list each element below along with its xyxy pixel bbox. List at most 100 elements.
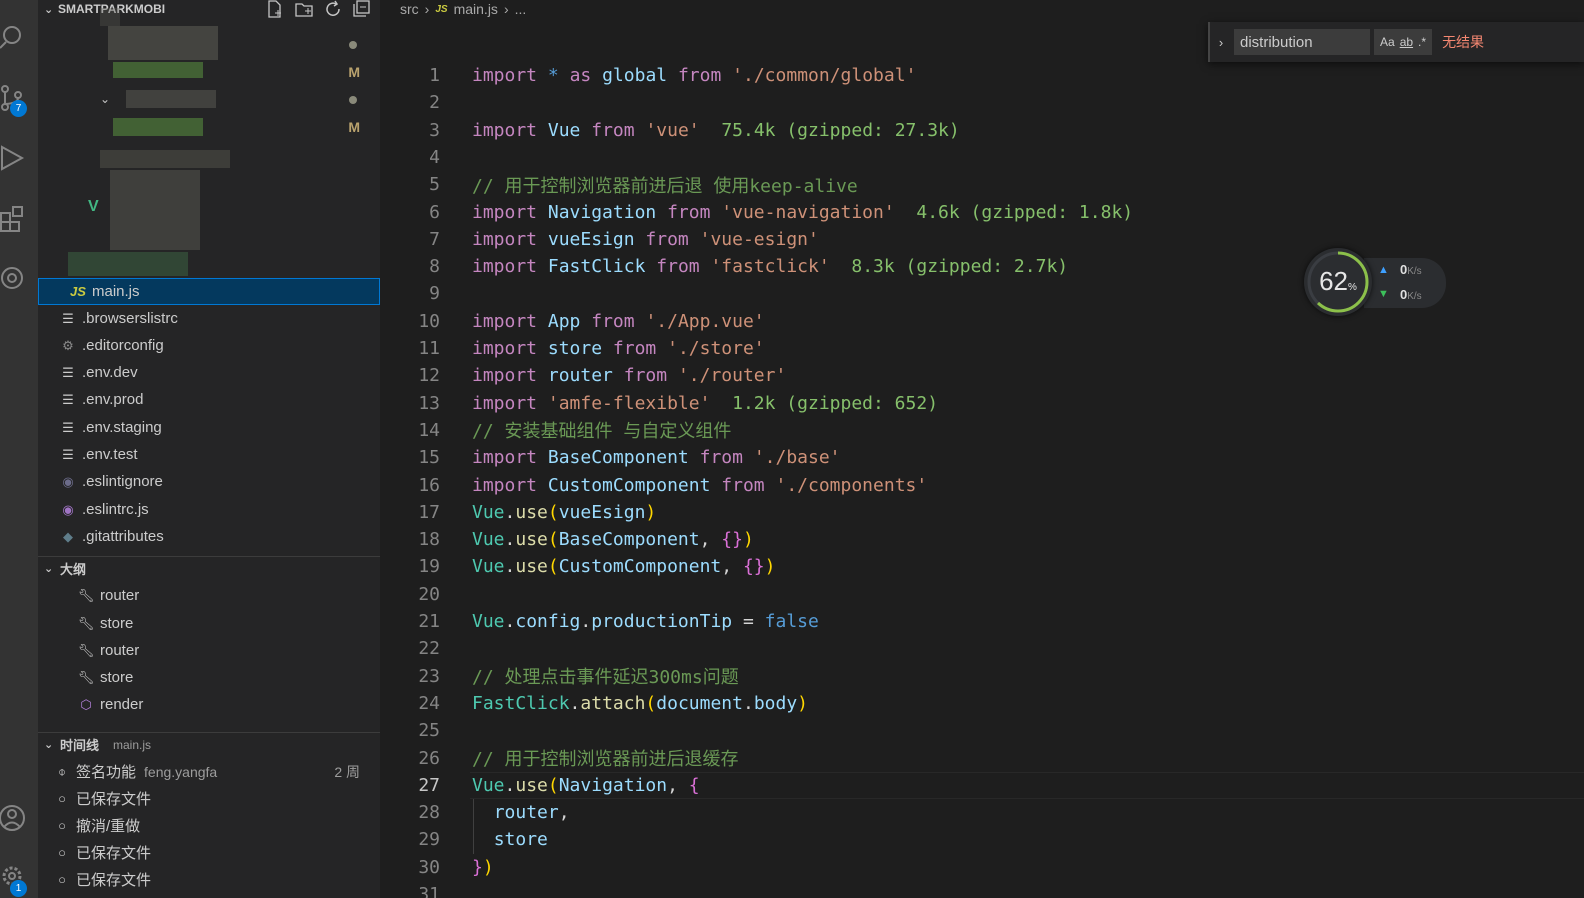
file-item[interactable]: ☰ .browserslistrc xyxy=(38,305,380,332)
code-line[interactable]: 6 import Navigation from 'vue-navigation'… xyxy=(380,199,1133,226)
timeline-item[interactable]: ○ 撤消/重做 xyxy=(38,812,380,839)
code-line[interactable]: 1 import * as global from './common/globa… xyxy=(380,62,916,89)
line-number: 6 xyxy=(429,201,440,223)
file-item[interactable]: ◉ .eslintrc.js xyxy=(38,496,380,523)
code-line[interactable]: 30}) xyxy=(380,854,493,881)
search-icon[interactable] xyxy=(0,18,38,58)
file-item-main-js[interactable]: JS main.js xyxy=(38,278,380,305)
code-text: Vue.config.productionTip = false xyxy=(472,611,819,632)
code-line[interactable]: 27 Vue.use(Navigation, { xyxy=(380,772,699,799)
file-item[interactable]: ⚙ .editorconfig xyxy=(38,332,380,359)
breadcrumb-item[interactable]: ... xyxy=(515,1,527,17)
chevron-down-icon[interactable]: ⌄ xyxy=(100,92,110,106)
code-line[interactable]: 4 xyxy=(380,144,440,171)
code-line[interactable]: 22 xyxy=(380,635,440,662)
file-item[interactable]: ☰ .env.test xyxy=(38,441,380,468)
timeline-item[interactable]: ○ 已保存文件 xyxy=(38,866,380,893)
code-line[interactable]: 16 import CustomComponent from './compone… xyxy=(380,472,927,499)
outline-item[interactable]: 🔧︎ router xyxy=(38,582,380,609)
code-line[interactable]: 18 Vue.use(BaseComponent, {}) xyxy=(380,526,754,553)
code-line[interactable]: 8 import FastClick from 'fastclick' 8.3k … xyxy=(380,253,1068,280)
line-number: 4 xyxy=(429,146,440,168)
outline-label: router xyxy=(100,642,140,659)
code-line[interactable]: 10 import App from './App.vue' xyxy=(380,308,764,335)
js-file-icon: JS xyxy=(70,284,86,299)
net-monitor-widget[interactable]: ▲ 0K/s ▼ 0K/s 62% xyxy=(1304,248,1450,316)
code-text: }) xyxy=(472,856,494,878)
code-line[interactable]: 12 import router from './router' xyxy=(380,362,786,389)
outline-item[interactable]: 🔧︎ store xyxy=(38,610,380,637)
breadcrumb-item[interactable]: main.js xyxy=(454,1,498,17)
editor[interactable]: src › JS main.js › ... 1 import * as glob… xyxy=(380,0,1584,898)
code-text: import FastClick from 'fastclick' 8.3k (… xyxy=(472,256,1069,278)
line-number: 27 xyxy=(418,774,440,796)
source-control-icon[interactable]: 7 xyxy=(0,78,38,118)
refresh-icon[interactable] xyxy=(323,0,343,18)
code-line[interactable]: 5 // 用于控制浏览器前进后退 使用keep-alive xyxy=(380,171,858,198)
file-item[interactable]: ◉ .eslintignore xyxy=(38,468,380,495)
js-file-icon: JS xyxy=(435,3,448,15)
timeline-item[interactable]: ⌽ 签名功能 feng.yangfa 2 周 xyxy=(38,758,380,785)
code-line[interactable]: 3 import Vue from 'vue' 75.4k (gzipped: 2… xyxy=(380,117,960,144)
code-text: import App from './App.vue' xyxy=(472,310,765,332)
circle-icon: ○ xyxy=(58,872,66,887)
timeline-item[interactable]: ○ 已保存文件 xyxy=(38,785,380,812)
eslint-icon: ◉ xyxy=(62,473,74,489)
extensions-icon[interactable] xyxy=(0,198,38,238)
code-line[interactable]: 14 // 安装基础组件 与自定义组件 xyxy=(380,417,731,444)
code-text: import store from './store' xyxy=(472,338,765,359)
file-item[interactable]: ☰ .env.dev xyxy=(38,359,380,386)
outline-item[interactable]: ⬡ render xyxy=(38,691,380,718)
code-line[interactable]: 23 // 处理点击事件延迟300ms问题 xyxy=(380,663,738,690)
code-line[interactable]: 11 import store from './store' xyxy=(380,335,764,362)
line-number: 10 xyxy=(418,310,440,332)
new-folder-icon[interactable] xyxy=(294,0,314,18)
timeline-item[interactable]: ○ 已保存文件 xyxy=(38,839,380,866)
outline-item[interactable]: 🔧︎ router xyxy=(38,637,380,664)
upload-unit: K/s xyxy=(1407,266,1422,277)
code-text: // 用于控制浏览器前进后退 使用keep-alive xyxy=(472,175,858,197)
file-item[interactable]: ☰ .env.staging xyxy=(38,414,380,441)
code-line[interactable]: 13 import 'amfe-flexible' 1.2k (gzipped: … xyxy=(380,390,938,417)
account-icon[interactable] xyxy=(0,798,38,838)
timeline-label: 已保存文件 xyxy=(76,791,152,808)
regex-icon[interactable]: .* xyxy=(1418,35,1426,49)
collapse-all-icon[interactable] xyxy=(352,0,372,18)
code-line[interactable]: 31 xyxy=(380,881,440,898)
outline-item[interactable]: 🔧︎ store xyxy=(38,664,380,691)
settings-gear-icon[interactable]: 1 xyxy=(0,856,38,897)
line-number: 16 xyxy=(418,474,440,496)
line-number: 28 xyxy=(418,802,440,824)
code-line[interactable]: 19 Vue.use(CustomComponent, {}) xyxy=(380,553,775,580)
match-case-icon[interactable]: Aa xyxy=(1380,35,1395,49)
new-file-icon[interactable] xyxy=(265,0,285,18)
code-line[interactable]: 26 // 用于控制浏览器前进后退缓存 xyxy=(380,745,738,772)
code-line[interactable]: 15 import BaseComponent from './base' xyxy=(380,444,840,471)
chevron-down-icon: ⌄ xyxy=(44,563,54,575)
openai-icon[interactable] xyxy=(0,258,38,298)
breadcrumb-item[interactable]: src xyxy=(400,1,419,17)
code-line[interactable]: 2 xyxy=(380,89,440,116)
timeline-header[interactable]: ⌄ 时间线 main.js xyxy=(38,732,380,756)
explorer-actions xyxy=(265,0,372,18)
code-line[interactable]: 7 import vueEsign from 'vue-esign' xyxy=(380,226,819,253)
outline-header[interactable]: ⌄ 大纲 xyxy=(38,556,380,580)
outline-title: 大纲 xyxy=(60,562,87,577)
code-line[interactable]: 21 Vue.config.productionTip = false xyxy=(380,608,819,635)
circle-icon: ○ xyxy=(58,845,66,860)
find-input[interactable]: distribution xyxy=(1234,29,1370,55)
code-line[interactable]: 28 router, xyxy=(380,799,569,826)
code-line[interactable]: 9 xyxy=(380,280,440,307)
chevron-right-icon[interactable]: › xyxy=(1210,35,1232,50)
whole-word-icon[interactable]: ab xyxy=(1400,35,1413,49)
code-text: import * as global from './common/global… xyxy=(472,65,917,86)
file-item[interactable]: ◆ .gitattributes xyxy=(38,523,380,550)
code-line[interactable]: 29 store xyxy=(380,826,548,853)
run-debug-icon[interactable] xyxy=(0,138,38,178)
code-line[interactable]: 20 xyxy=(380,581,440,608)
line-number: 24 xyxy=(418,692,440,714)
code-line[interactable]: 25 xyxy=(380,717,440,744)
code-line[interactable]: 17 Vue.use(vueEsign) xyxy=(380,499,656,526)
code-line[interactable]: 24 FastClick.attach(document.body) xyxy=(380,690,808,717)
file-item[interactable]: ☰ .env.prod xyxy=(38,386,380,413)
